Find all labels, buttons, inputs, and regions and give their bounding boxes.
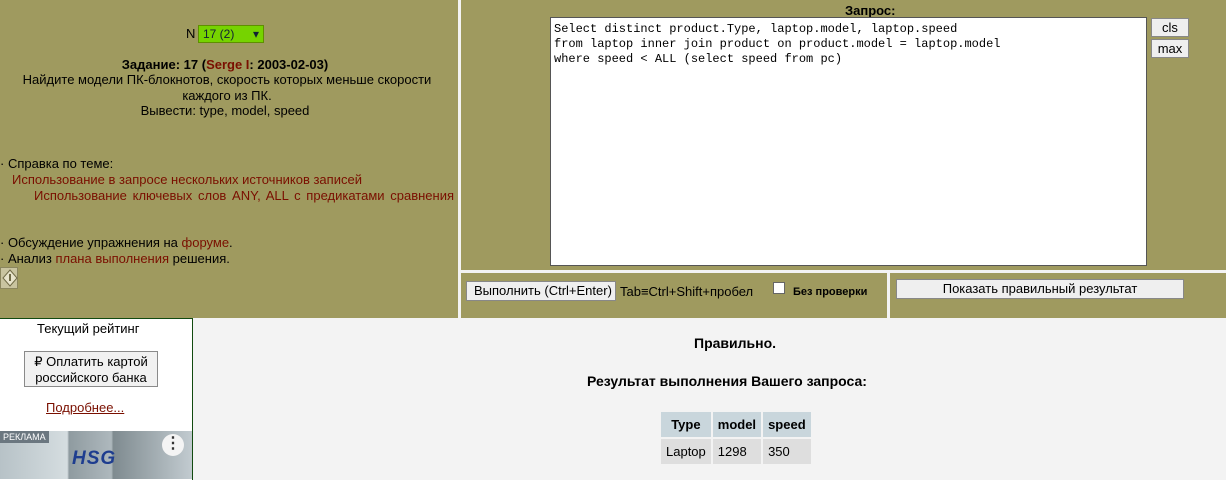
task-title: Задание: 17 (Serge I: 2003-02-03) — [100, 57, 350, 72]
show-correct-result-button[interactable]: Показать правильный результат — [896, 279, 1184, 299]
more-info-link[interactable]: Подробнее... — [46, 400, 124, 415]
tab-shortcut-hint: Tab≡Ctrl+Shift+пробел — [620, 284, 754, 299]
forum-prefix: · Обсуждение упражнения на — [0, 235, 182, 250]
task-author: Serge I — [206, 57, 250, 72]
result-cell-type: Laptop — [661, 439, 711, 464]
query-editor[interactable]: Select distinct product.Type, laptop.mod… — [550, 17, 1147, 266]
query-label: Запрос: — [845, 3, 896, 18]
rating-title: Текущий рейтинг — [37, 321, 140, 336]
task-selector-value: 17 (2) — [203, 27, 235, 41]
clear-button[interactable]: cls — [1151, 18, 1189, 37]
horizontal-divider — [461, 270, 1226, 273]
result-status: Правильно. — [694, 335, 777, 351]
task-description: Найдите модели ПК-блокнотов, скорость ко… — [22, 72, 432, 103]
result-cell-model: 1298 — [712, 439, 762, 464]
plan-line: · Анализ плана выполнения решения. — [0, 251, 230, 266]
result-header-speed: speed — [763, 412, 811, 437]
diamond-icon — [2, 269, 18, 287]
advertisement-banner[interactable]: РЕКЛАМА HSG ⋮ — [0, 431, 192, 479]
table-row: Laptop 1298 350 — [661, 439, 811, 464]
hint-icon[interactable] — [0, 267, 18, 289]
result-title: Результат выполнения Вашего запроса: — [587, 373, 867, 389]
ad-label: РЕКЛАМА — [0, 431, 49, 443]
rating-sidebar: Текущий рейтинг ₽ Оплатить картой россий… — [0, 318, 193, 480]
result-header-type: Type — [661, 412, 711, 437]
plan-suffix: решения. — [169, 251, 230, 266]
task-output-spec: Вывести: type, model, speed — [140, 103, 310, 118]
ad-logo: HSG — [72, 448, 117, 469]
help-link-any-all[interactable]: Использование ключевых слов ANY, ALL с п… — [34, 188, 454, 203]
help-link-multiple-sources[interactable]: Использование в запросе нескольких источ… — [12, 172, 362, 187]
no-check-label: Без проверки — [793, 286, 868, 298]
more-options-icon[interactable]: ⋮ — [162, 434, 184, 456]
execution-plan-link[interactable]: плана выполнения — [55, 251, 169, 266]
forum-line: · Обсуждение упражнения на форуме. — [0, 235, 233, 250]
forum-suffix: . — [229, 235, 233, 250]
help-heading: · Справка по теме: — [0, 156, 114, 171]
forum-link[interactable]: форуме — [182, 235, 230, 250]
task-number-label: N — [186, 26, 196, 41]
result-cell-speed: 350 — [763, 439, 811, 464]
pay-by-card-button[interactable]: ₽ Оплатить картой российского банка — [24, 351, 158, 387]
execute-button[interactable]: Выполнить (Ctrl+Enter) — [466, 281, 616, 301]
task-selector[interactable]: 17 (2) — [198, 25, 264, 43]
toolbar-divider — [887, 273, 890, 318]
result-header-row: Type model speed — [661, 412, 811, 437]
task-title-prefix: Задание: 17 ( — [121, 57, 207, 72]
result-table: Type model speed Laptop 1298 350 — [659, 410, 813, 466]
no-check-checkbox[interactable] — [773, 282, 785, 294]
help-section: · Справка по теме: Использование в запро… — [0, 156, 454, 204]
result-header-model: model — [712, 412, 762, 437]
plan-prefix: · Анализ — [0, 251, 56, 266]
maximize-button[interactable]: max — [1151, 39, 1189, 58]
task-title-suffix: : 2003-02-03) — [249, 57, 329, 72]
